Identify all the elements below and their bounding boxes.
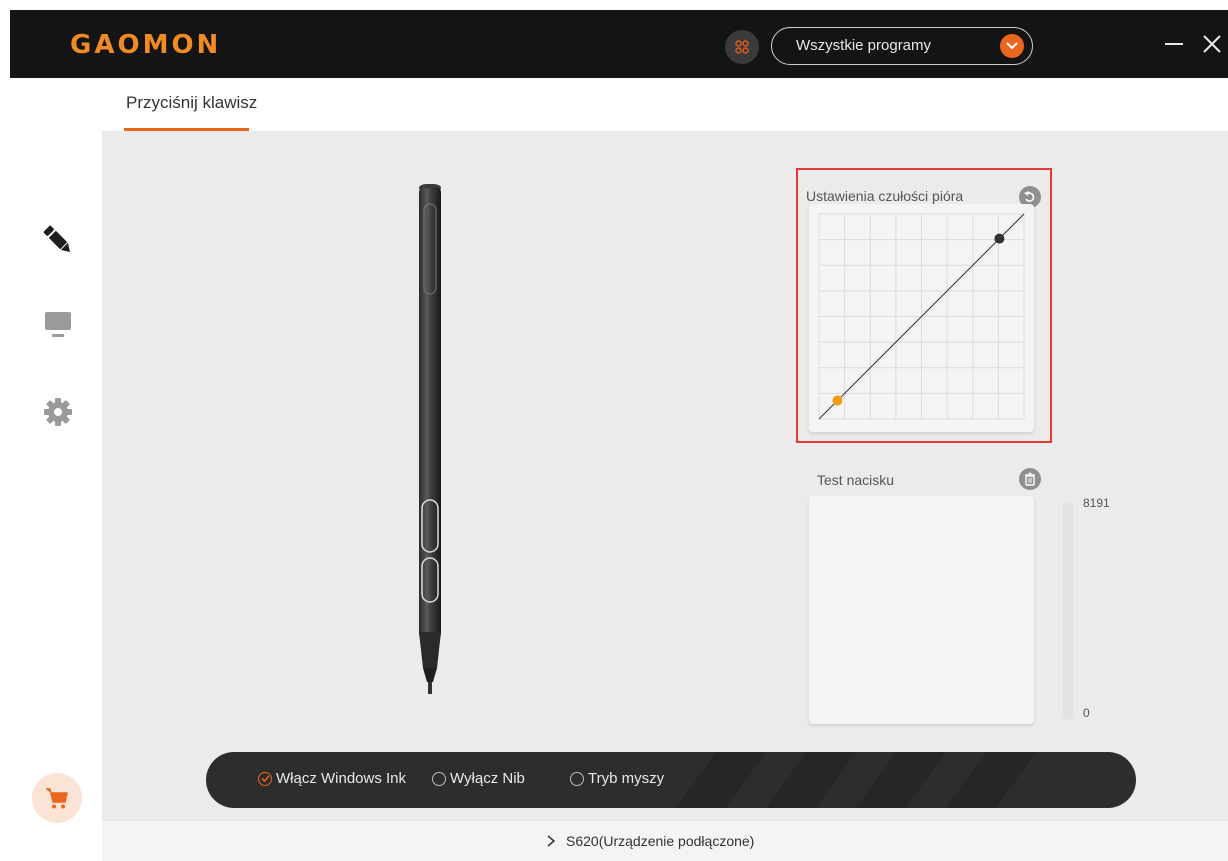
chevron-down-icon[interactable] bbox=[1000, 34, 1024, 58]
tab-press-key[interactable]: Przyciśnij klawisz bbox=[126, 93, 257, 113]
app-grid-button[interactable] bbox=[725, 30, 759, 64]
device-footer[interactable]: S620(Urządzenie podłączone) bbox=[102, 820, 1228, 861]
trash-icon bbox=[1025, 472, 1035, 486]
pressure-test-area[interactable] bbox=[809, 496, 1034, 724]
title-bar: GAOMON Wszystkie programy bbox=[10, 10, 1228, 78]
option-windows-ink-label: Włącz Windows Ink bbox=[276, 770, 407, 787]
main-panel: Ustawienia czułości pióra Test nacisku 8… bbox=[102, 132, 1228, 820]
close-icon bbox=[1203, 35, 1221, 53]
radio-circle-icon[interactable] bbox=[570, 771, 584, 786]
gear-icon bbox=[44, 398, 72, 426]
pressure-test-title: Test nacisku bbox=[817, 472, 895, 488]
program-select-value: Wszystkie programy bbox=[796, 37, 932, 54]
option-disable-nib[interactable]: Wyłącz Nib bbox=[432, 770, 525, 787]
close-button[interactable] bbox=[1200, 32, 1224, 56]
tab-bar: Przyciśnij klawisz bbox=[102, 78, 1228, 132]
minimize-icon bbox=[1165, 43, 1183, 45]
pressure-max-label: 8191 bbox=[1083, 496, 1110, 510]
monitor-icon bbox=[45, 312, 71, 337]
undo-icon bbox=[1024, 191, 1035, 202]
pen-illustration bbox=[419, 184, 441, 694]
chevron-right-icon bbox=[547, 835, 556, 847]
cart-icon bbox=[46, 788, 68, 809]
option-disable-nib-label: Wyłącz Nib bbox=[450, 770, 525, 787]
app-window: GAOMON Wszystkie programy Przyciśnij kla… bbox=[10, 10, 1228, 861]
option-windows-ink[interactable]: Włącz Windows Ink bbox=[258, 770, 406, 787]
option-mouse-mode[interactable]: Tryb myszy bbox=[570, 770, 664, 787]
sidebar bbox=[10, 78, 102, 861]
radio-circle-icon[interactable] bbox=[432, 771, 446, 786]
pressure-curve-chart[interactable] bbox=[809, 204, 1034, 432]
min-pressure-handle[interactable] bbox=[832, 395, 843, 406]
sidebar-item-settings[interactable] bbox=[38, 392, 78, 432]
option-mouse-mode-label: Tryb myszy bbox=[588, 770, 665, 787]
pressure-curve-box bbox=[809, 204, 1034, 432]
pen-icon bbox=[43, 225, 71, 253]
max-pressure-handle[interactable] bbox=[994, 233, 1005, 244]
sidebar-item-pen[interactable] bbox=[38, 220, 78, 260]
pressure-level-bar bbox=[1063, 502, 1073, 720]
options-toolbar: Włącz Windows Ink Wyłącz Nib Tryb myszy bbox=[206, 752, 1136, 808]
minimize-button[interactable] bbox=[1162, 32, 1186, 56]
sidebar-item-display[interactable] bbox=[38, 304, 78, 344]
program-select[interactable]: Wszystkie programy bbox=[771, 27, 1033, 65]
gaomon-logo: GAOMON bbox=[70, 30, 222, 60]
check-circle-icon[interactable] bbox=[258, 771, 272, 786]
clear-test-button[interactable] bbox=[1019, 468, 1041, 490]
shop-button[interactable] bbox=[32, 773, 82, 823]
device-status: S620(Urządzenie podłączone) bbox=[566, 833, 755, 849]
pressure-curve-title: Ustawienia czułości pióra bbox=[806, 188, 964, 204]
grid-icon bbox=[735, 40, 749, 54]
pressure-min-label: 0 bbox=[1083, 706, 1090, 720]
active-tab-indicator bbox=[124, 128, 249, 131]
